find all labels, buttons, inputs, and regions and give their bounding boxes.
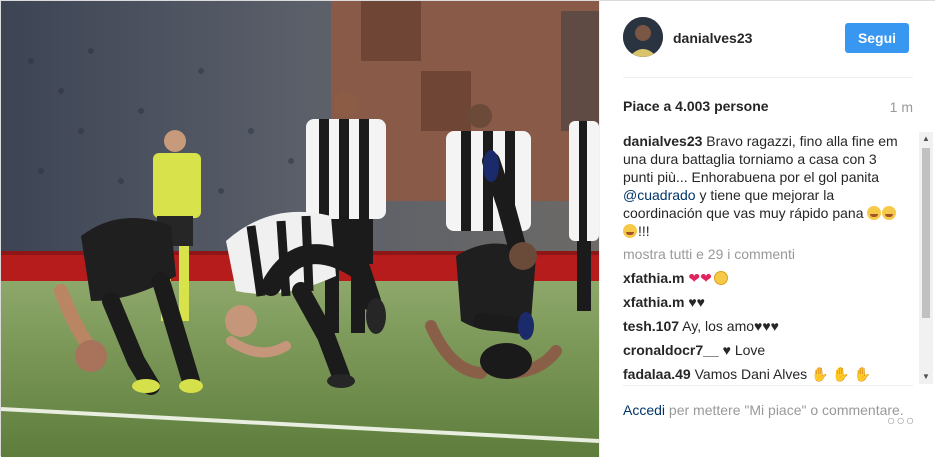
- profile-photo-icon: [623, 17, 663, 57]
- comment-username[interactable]: xfathia.m: [623, 294, 684, 310]
- red-heart-icon: ❤: [688, 270, 701, 286]
- caption-mention[interactable]: @cuadrado: [623, 187, 696, 203]
- comments-scrollbar[interactable]: ▲ ▼: [919, 132, 933, 384]
- comment-text: Ay, los amo: [682, 318, 755, 334]
- follow-button[interactable]: Segui: [845, 23, 909, 53]
- comment-username[interactable]: tesh.107: [623, 318, 679, 334]
- caption: danialves23 Bravo ragazzi, fino alla fin…: [623, 132, 908, 240]
- post-footer: Accedi per mettere "Mi piace" o commenta…: [623, 401, 913, 445]
- scroll-down-icon[interactable]: ▼: [919, 370, 933, 384]
- scroll-thumb[interactable]: [922, 148, 930, 318]
- black-heart-icon: ♥: [722, 342, 731, 358]
- comment-username[interactable]: fadalaa.49: [623, 366, 691, 382]
- likes-row: Piace a 4.003 persone 1 m: [623, 98, 913, 118]
- tears-of-joy-emoji-icon: [882, 206, 897, 220]
- black-heart-icon: ♥♥: [688, 294, 705, 310]
- post-author-username[interactable]: danialves23: [673, 30, 752, 46]
- footer-text: per mettere "Mi piace" o commentare.: [665, 402, 904, 418]
- tears-of-joy-emoji-icon: [867, 206, 882, 220]
- list-item: xfathia.m ♥♥: [623, 292, 917, 312]
- comment-username[interactable]: xfathia.m: [623, 270, 684, 286]
- header-divider: [623, 77, 913, 78]
- comment-text: Love: [734, 342, 766, 358]
- post-time[interactable]: 1 m: [890, 99, 913, 115]
- post-photo[interactable]: [1, 1, 599, 457]
- show-all-comments-link[interactable]: mostra tutti e 29 i commenti: [623, 244, 917, 264]
- caption-username[interactable]: danialves23: [623, 133, 702, 149]
- comment-username[interactable]: cronaldocr7__: [623, 342, 719, 358]
- more-options-icon[interactable]: ○○○: [887, 412, 915, 428]
- football-celebration-image: [1, 1, 599, 457]
- footer-divider: [623, 385, 913, 386]
- list-item: fadalaa.49 Vamos Dani Alves ✋ ✋ ✋: [623, 364, 917, 382]
- tears-of-joy-emoji-icon: [623, 224, 637, 238]
- list-item: cronaldocr7__ ♥ Love: [623, 340, 917, 360]
- instagram-post-frame: danialves23 Segui Piace a 4.003 persone …: [0, 0, 935, 457]
- likes-count[interactable]: Piace a 4.003 persone: [623, 98, 769, 114]
- comment-text: Vamos Dani Alves: [694, 366, 808, 382]
- list-item: tesh.107 Ay, los amo♥♥♥: [623, 316, 917, 336]
- smile-emoji-icon: [713, 271, 728, 285]
- login-link[interactable]: Accedi: [623, 402, 665, 418]
- comments-list[interactable]: danialves23 Bravo ragazzi, fino alla fin…: [623, 132, 917, 382]
- avatar[interactable]: [623, 17, 663, 57]
- scroll-up-icon[interactable]: ▲: [919, 132, 933, 146]
- black-heart-icon: ♥♥♥: [754, 318, 779, 334]
- list-item: xfathia.m ❤❤: [623, 268, 917, 288]
- red-heart-icon: ❤: [700, 270, 712, 286]
- caption-text-end: !!!: [638, 223, 650, 239]
- clapping-hands-icon: ✋ ✋ ✋: [811, 366, 872, 382]
- post-header: danialves23 Segui: [623, 17, 913, 61]
